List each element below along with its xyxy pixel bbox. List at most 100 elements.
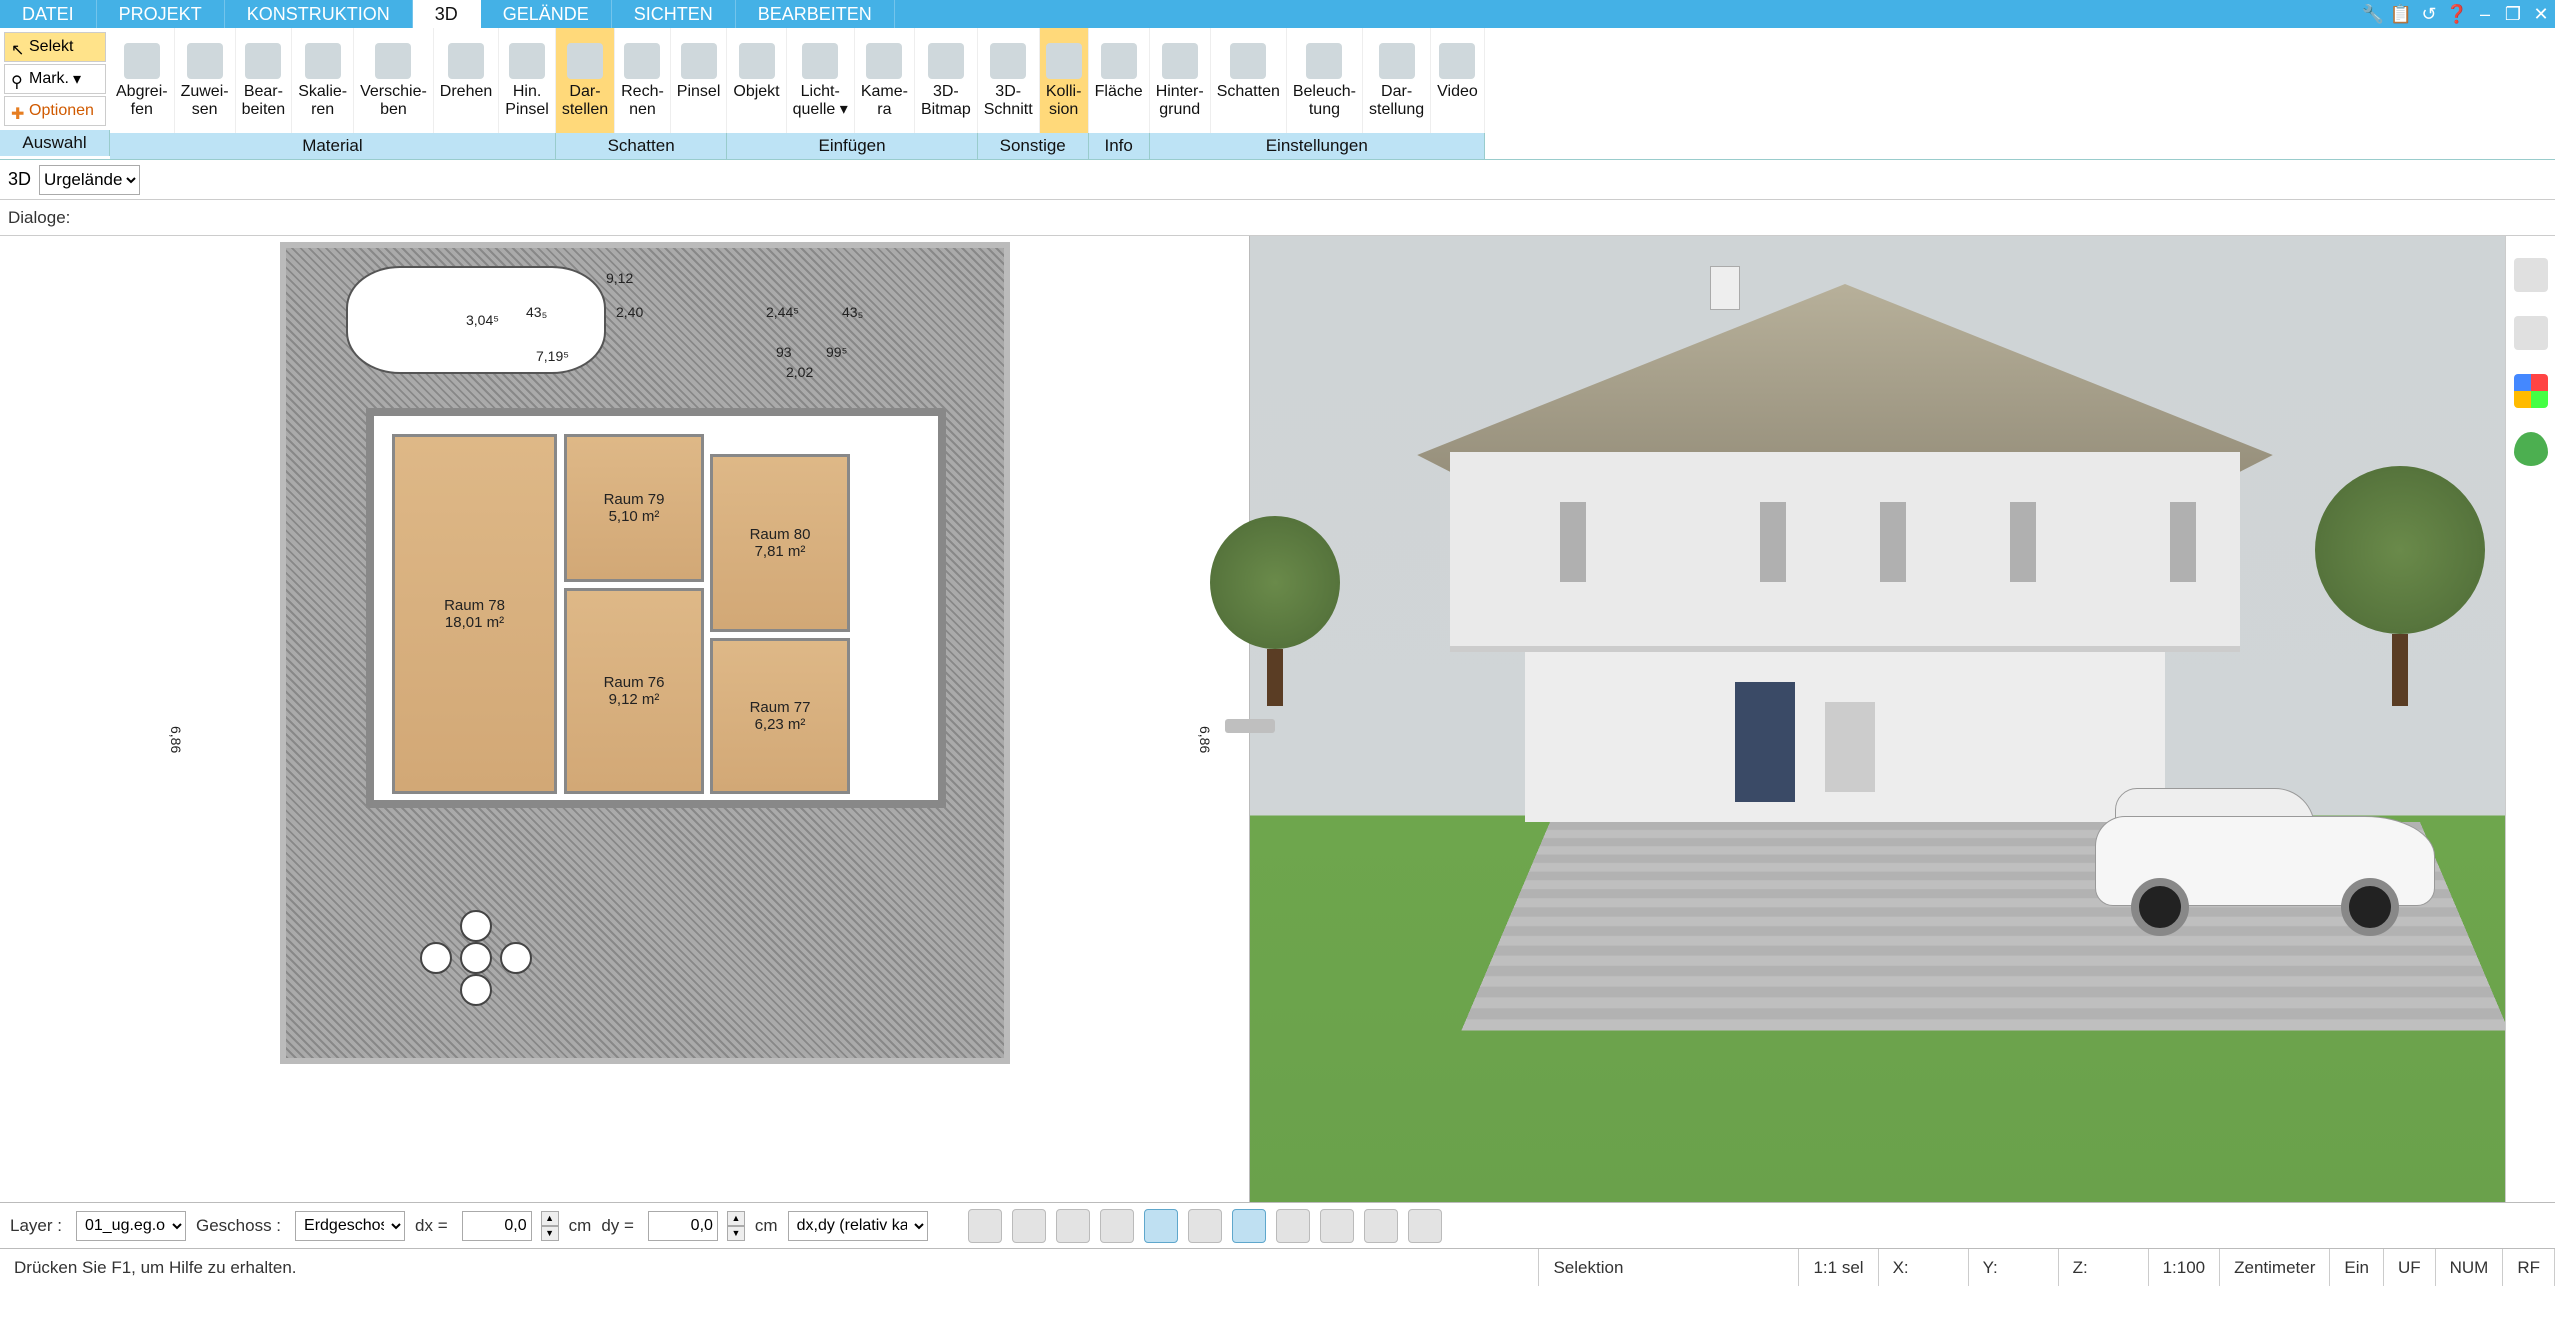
help-icon[interactable]: ❓ [2443,0,2471,28]
ribbon-bearbeiten-button[interactable]: Bear-beiten [236,28,293,133]
grid2-icon[interactable] [1320,1209,1354,1243]
mark-button[interactable]: ⚲Mark.▾ [4,64,106,94]
tab-gelaende[interactable]: GELÄNDE [481,0,612,28]
dim-top-2: 2,40 [616,304,643,320]
dx-spinner[interactable]: ▲▼ [541,1211,559,1241]
tab-konstruktion[interactable]: KONSTRUKTION [225,0,413,28]
window-close-icon[interactable]: ✕ [2527,0,2555,28]
ribbon-label: Abgrei- [116,83,168,101]
ribbon-drehen-button[interactable]: Drehen [434,28,499,133]
ribbon-label: grund [1159,101,1200,119]
layers-icon[interactable] [2514,258,2548,292]
ribbon-3dschnitt-button[interactable]: 3D-Schnitt [978,28,1040,133]
ribbon-darstellen-button[interactable]: Dar-stellen [556,28,615,133]
status-sel-ratio: 1:1 sel [1799,1249,1878,1286]
align-icon[interactable] [1100,1209,1134,1243]
refresh-icon[interactable]: ↺ [2415,0,2443,28]
ribbon-label: fen [131,101,153,119]
snap-center-icon[interactable] [1276,1209,1310,1243]
terrain-select[interactable]: Urgelände [39,165,140,195]
ribbon-video-button[interactable]: Video [1431,28,1485,133]
selekt-button[interactable]: ↖Selekt [4,32,106,62]
ribbon-hintergrund-button[interactable]: Hinter-grund [1150,28,1211,133]
tab-bearbeiten[interactable]: BEARBEITEN [736,0,895,28]
ribbon-beleuchtung-button[interactable]: Beleuch-tung [1287,28,1363,133]
ribbon-verschieben-button[interactable]: Verschie-ben [354,28,434,133]
dim-top-5: 43₅ [842,304,863,320]
status-scale: 1:100 [2149,1249,2221,1286]
status-uf: UF [2384,1249,2436,1286]
ribbon-pinsel-button[interactable]: Pinsel [671,28,728,133]
dy-input[interactable] [648,1211,718,1241]
group-label-sonstige: Sonstige [978,133,1089,159]
snap-mid-icon[interactable] [1188,1209,1222,1243]
snap-end-icon[interactable] [1232,1209,1266,1243]
tree-left [1210,516,1340,706]
video-icon [1439,43,1475,79]
tab-3d[interactable]: 3D [413,0,481,28]
window [1880,502,1906,582]
snap-line-icon[interactable] [1144,1209,1178,1243]
status-selektion: Selektion [1539,1249,1799,1286]
dim-top-8: 2,02 [786,364,813,380]
clock-icon[interactable] [968,1209,1002,1243]
tab-datei[interactable]: DATEI [0,0,97,28]
room-name: Raum 79 [604,491,665,508]
dy-spinner[interactable]: ▲▼ [727,1211,745,1241]
view-3d[interactable] [1250,236,2555,1202]
materials-icon[interactable] [2514,374,2548,408]
ribbon-schatten-set-button[interactable]: Schatten [1211,28,1287,133]
optionen-button[interactable]: ✚Optionen [4,96,106,126]
tool-icon[interactable]: 🔧 [2359,0,2387,28]
furniture-icon[interactable] [2514,316,2548,350]
ribbon-rechnen-button[interactable]: Rech-nen [615,28,671,133]
view-splitter[interactable] [1225,719,1275,733]
rect-icon[interactable] [1012,1209,1046,1243]
ribbon-3dbitmap-button[interactable]: 3D-Bitmap [915,28,978,133]
ribbon-label: Kame- [861,83,908,101]
ribbon-flaeche-button[interactable]: Fläche [1089,28,1150,133]
ribbon-label: Fläche [1095,83,1143,101]
ribbon-group-info: Fläche Info [1089,28,1150,159]
tab-sichten[interactable]: SICHTEN [612,0,736,28]
ribbon-label: Hinter- [1156,83,1204,101]
ribbon-darstellung-button[interactable]: Dar-stellung [1363,28,1431,133]
dialoge-label: Dialoge: [8,208,70,228]
ribbon-hin-pinsel-button[interactable]: Hin.Pinsel [499,28,556,133]
ribbon-zuweisen-button[interactable]: Zuwei-sen [175,28,236,133]
ribbon-objekt-button[interactable]: Objekt [727,28,786,133]
node-icon[interactable] [1364,1209,1398,1243]
dim-car: 3,04⁵ [466,312,499,328]
dim-left-686: 6,86 [168,726,184,753]
ribbon-group-material: Abgrei-fenZuwei-senBear-beitenSkalie-ren… [110,28,556,159]
window-maximize-icon[interactable]: ❐ [2499,0,2527,28]
status-rf: RF [2503,1249,2555,1286]
ribbon-group-auswahl: ↖Selekt ⚲Mark.▾ ✚Optionen Auswahl [0,28,110,159]
menu-spacer [895,0,2359,28]
room-name: Raum 80 [750,526,811,543]
ribbon-skalieren-button[interactable]: Skalie-ren [292,28,354,133]
plants-icon[interactable] [2514,432,2548,466]
window-minimize-icon[interactable]: – [2471,0,2499,28]
coord-mode-select[interactable]: dx,dy (relativ ka [788,1211,928,1241]
info-small-icon[interactable] [1408,1209,1442,1243]
ribbon-lichtquelle-button[interactable]: Licht-quelle ▾ [787,28,855,133]
view-2d[interactable]: 3,04⁵ 9,12 2,40 2,44⁵ 43₅ 43₅ 93 99⁵ 2,0… [0,236,1250,1202]
group-label-einstellungen: Einstellungen [1150,133,1485,159]
geschoss-select[interactable]: Erdgeschos [295,1211,405,1241]
mode-label: 3D [8,169,31,190]
dx-input[interactable] [462,1211,532,1241]
table-top-icon [460,942,492,974]
room-78: Raum 78 18,01 m² [392,434,557,794]
patio-table [426,922,526,994]
ribbon-kollision-button[interactable]: Kolli-sion [1040,28,1089,133]
ribbon-abgreifen-button[interactable]: Abgrei-fen [110,28,175,133]
ribbon-label: Licht- [801,83,840,101]
ribbon-kamera-button[interactable]: Kame-ra [855,28,915,133]
tab-projekt[interactable]: PROJEKT [97,0,225,28]
window [2010,502,2036,582]
layer-select[interactable]: 01_ug.eg.og [76,1211,186,1241]
grid-icon[interactable] [1056,1209,1090,1243]
room-area: 18,01 m² [445,614,504,631]
clipboard-icon[interactable]: 📋 [2387,0,2415,28]
